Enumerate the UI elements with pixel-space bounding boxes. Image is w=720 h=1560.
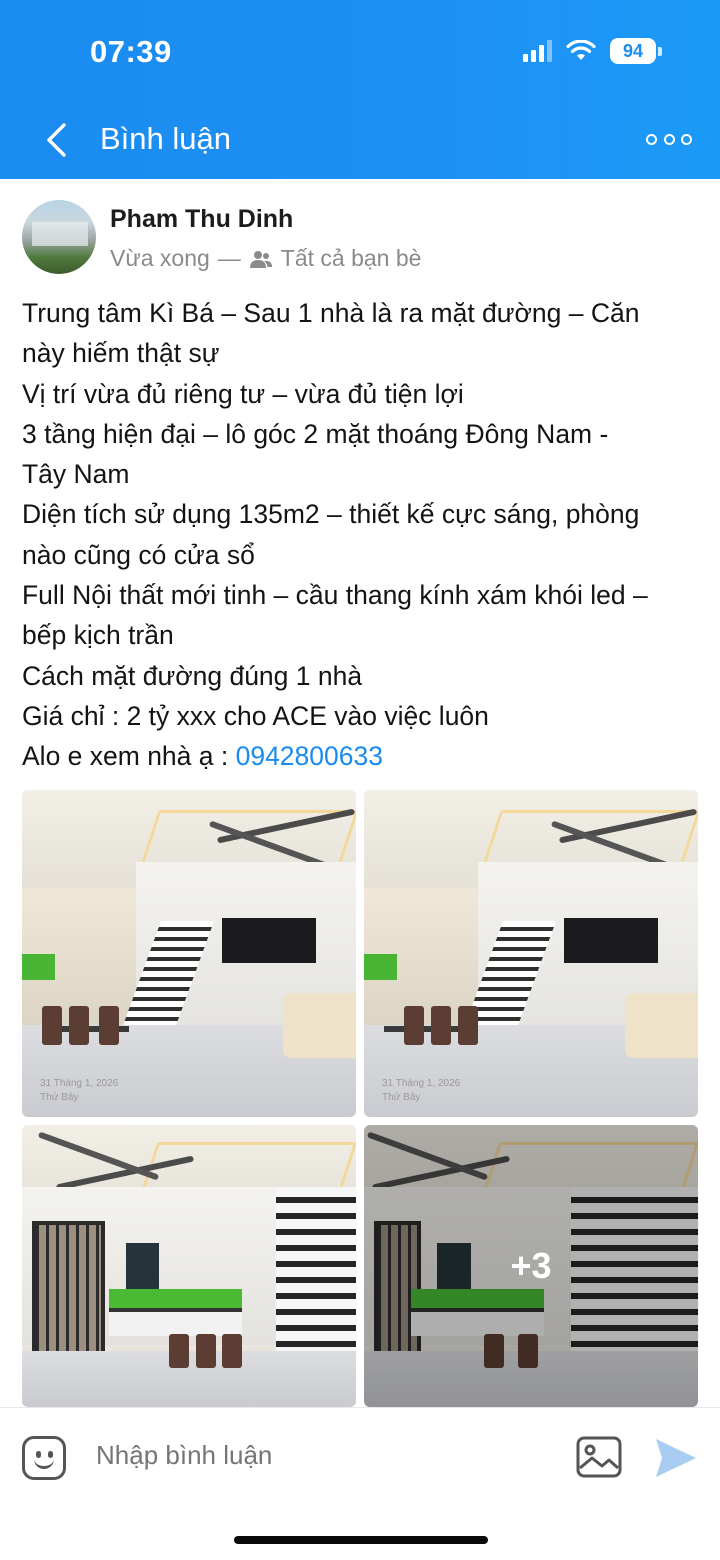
post-photo-2[interactable]: 31 Tháng 1, 2026 Thứ Bảy (364, 790, 698, 1117)
more-options-icon (646, 133, 657, 145)
photo-stamp-date: 31 Tháng 1, 2026 (40, 1078, 119, 1089)
more-options-button[interactable] (646, 126, 692, 152)
photo-stamp: 31 Tháng 1, 2026 Thứ Bảy (40, 1077, 118, 1105)
post-audience: Tất cả bạn bè (280, 245, 422, 271)
photo-grid: 31 Tháng 1, 2026 Thứ Bảy 31 Tháng 1, 2026… (22, 790, 698, 1407)
post-line: nào cũng có cửa sổ (22, 539, 255, 570)
status-icons: 94 (523, 38, 662, 64)
image-icon[interactable] (576, 1436, 622, 1478)
phone-link[interactable]: 0942800633 (236, 741, 383, 771)
meta-separator: — (217, 245, 241, 271)
post-line: Full Nội thất mới tinh – cầu thang kính … (22, 580, 648, 611)
post-line: bếp kịch trần (22, 620, 174, 651)
post-line: Giá chỉ : 2 tỷ xxx cho ACE vào việc luôn (22, 700, 489, 731)
post-photo-1[interactable]: 31 Tháng 1, 2026 Thứ Bảy (22, 790, 356, 1117)
send-icon[interactable] (654, 1437, 698, 1479)
post-body: Trung tâm Kì Bá – Sau 1 nhà là ra mặt đư… (22, 293, 702, 777)
post-line: Diện tích sử dụng 135m2 – thiết kế cực s… (22, 499, 640, 530)
post-photo-4[interactable]: +3 (364, 1125, 698, 1407)
more-photos-count: +3 (510, 1245, 552, 1286)
emoji-button[interactable] (22, 1436, 66, 1480)
avatar[interactable] (22, 200, 96, 274)
post-contact-line: Alo e xem nhà ạ : 0942800633 (22, 736, 702, 776)
post-photo-3[interactable] (22, 1125, 356, 1407)
contact-prefix: Alo e xem nhà ạ : (22, 741, 236, 772)
status-time: 07:39 (90, 34, 172, 69)
friends-icon (249, 250, 272, 268)
comment-input[interactable] (96, 1440, 431, 1471)
post-line: Cách mặt đường đúng 1 nhà (22, 660, 363, 691)
post-time: Vừa xong (110, 245, 210, 271)
post-card: Pham Thu Dinh Vừa xong — Tất cả bạn bè T… (0, 179, 720, 1407)
battery-tip (658, 46, 662, 56)
more-photos-overlay[interactable]: +3 (364, 1125, 698, 1407)
post-line: Tây Nam (22, 459, 130, 490)
home-indicator[interactable] (234, 1536, 488, 1544)
author-name[interactable]: Pham Thu Dinh (110, 205, 293, 234)
battery-indicator: 94 (610, 38, 656, 64)
cellular-signal-icon (523, 40, 552, 62)
post-line: 3 tầng hiện đại – lô góc 2 mặt thoáng Đô… (22, 418, 609, 449)
post-line: Vị trí vừa đủ riêng tư – vừa đủ tiện lợi (22, 378, 464, 409)
back-button[interactable] (36, 118, 76, 162)
photo-stamp: 31 Tháng 1, 2026 Thứ Bảy (382, 1077, 460, 1105)
wifi-icon (566, 40, 596, 60)
post-line: này hiếm thật sự (22, 338, 220, 369)
photo-stamp-date: 31 Tháng 1, 2026 (382, 1078, 461, 1089)
app-header: 07:39 94 Bình luận (0, 0, 720, 179)
post-meta: Vừa xong — Tất cả bạn bè (110, 245, 421, 272)
post-line: Trung tâm Kì Bá – Sau 1 nhà là ra mặt đư… (22, 298, 640, 328)
photo-stamp-day: Thứ Bảy (382, 1092, 421, 1103)
chevron-left-icon (47, 123, 66, 157)
photo-stamp-day: Thứ Bảy (40, 1092, 79, 1103)
page-title: Bình luận (100, 121, 231, 156)
